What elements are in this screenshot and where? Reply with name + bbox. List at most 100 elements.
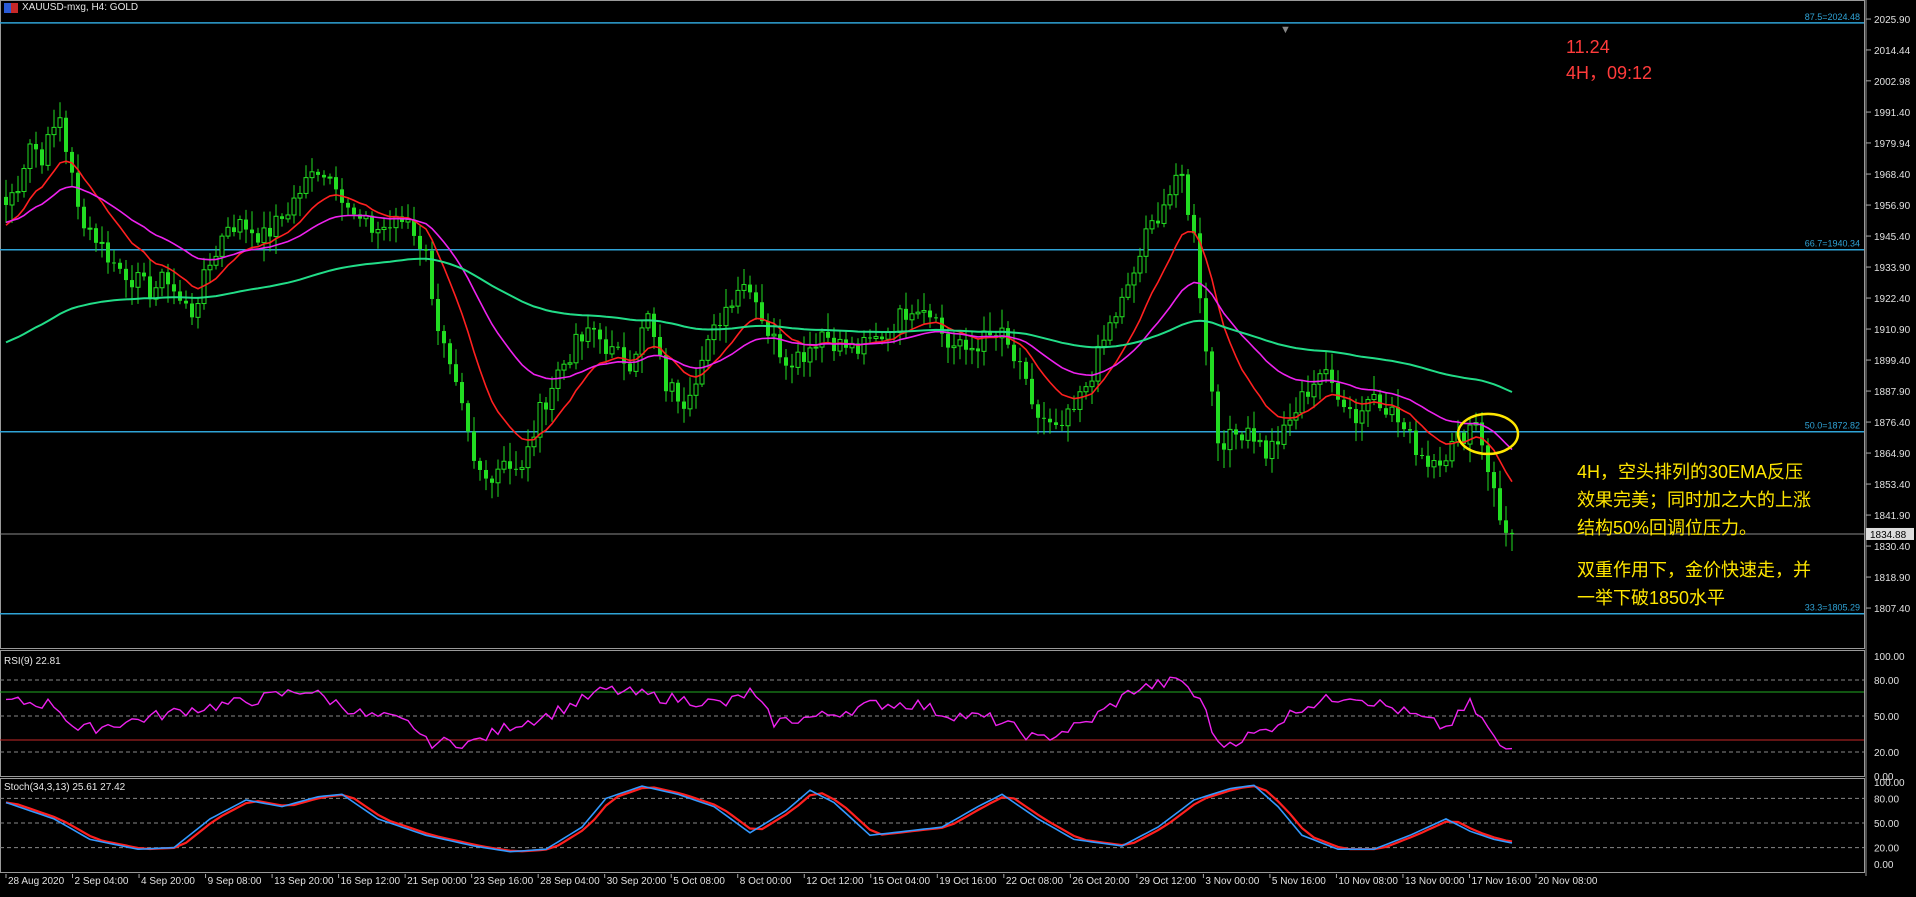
- candle-body-down: [928, 310, 932, 318]
- candle-body-up: [969, 347, 975, 351]
- candle-body-down: [1384, 408, 1388, 415]
- candle-body-up: [585, 327, 591, 342]
- stoch-axis-label: 0.00: [1874, 860, 1894, 871]
- candle-body-down: [946, 333, 950, 348]
- candle-body-up: [237, 219, 243, 233]
- chart-window[interactable]: XAUUSD-mxg, H4: GOLD ▼ 2025.90 2014.44 200…: [0, 0, 1916, 897]
- price-axis-tick-label: 1830.40: [1874, 542, 1911, 553]
- time-axis-label: 21 Sep 00:00: [407, 876, 467, 887]
- candle-body-down: [244, 219, 248, 230]
- candle-body-down: [484, 469, 488, 479]
- candle-body-down: [316, 171, 320, 175]
- candle-body-up: [501, 460, 507, 470]
- candle-body-up: [135, 272, 141, 288]
- candle-body-down: [1240, 434, 1244, 441]
- candle-body-down: [592, 327, 596, 330]
- price-axis-tick-label: 1979.94: [1874, 139, 1911, 150]
- candle-body-up: [1095, 345, 1101, 382]
- candle-body-up: [45, 134, 51, 166]
- candle-body-up: [327, 176, 333, 179]
- candle-body-up: [609, 346, 615, 355]
- rsi-axis-label: 50.00: [1874, 712, 1899, 723]
- candle-body-down: [676, 382, 680, 402]
- candle-body-down: [616, 346, 620, 348]
- candle-body-down: [1012, 344, 1016, 362]
- stoch-label: Stoch(34,3,13) 25.61 27.42: [4, 782, 126, 793]
- candle-body-up: [861, 336, 867, 355]
- candle-body-up: [807, 347, 813, 363]
- time-axis-label: 28 Aug 2020: [8, 876, 65, 887]
- time-axis-label: 8 Oct 00:00: [740, 876, 792, 887]
- time-axis-label: 26 Oct 20:00: [1072, 876, 1130, 887]
- candle-body-up: [573, 333, 579, 364]
- candle-body-down: [1210, 351, 1214, 392]
- candle-body-up: [381, 226, 387, 230]
- annotation-line-3: 结构50%回调位压力。: [1577, 518, 1758, 538]
- candle-body-down: [256, 233, 260, 243]
- candle-body-down: [76, 172, 80, 207]
- candle-body-up: [909, 313, 915, 321]
- candle-body-down: [148, 276, 152, 300]
- price-axis-tick-label: 1807.40: [1874, 604, 1911, 615]
- candle-body-down: [1030, 378, 1034, 405]
- fib-level-label: 50.0=1872.82: [1805, 421, 1860, 431]
- candle-body-up: [1131, 272, 1137, 286]
- price-axis-tick-label: 1876.40: [1874, 418, 1911, 429]
- candle-body-up: [291, 197, 297, 216]
- candle-body-down: [490, 478, 494, 483]
- candle-body-down: [1060, 424, 1064, 426]
- time-axis-label: 16 Sep 12:00: [341, 876, 401, 887]
- candle-body-down: [190, 303, 194, 318]
- time-axis-label: 4 Sep 20:00: [141, 876, 195, 887]
- candle-body-up: [1467, 424, 1473, 445]
- candle-body-down: [580, 334, 584, 342]
- rsi-panel-frame: [0, 650, 1865, 777]
- time-axis-label: 10 Nov 08:00: [1338, 876, 1398, 887]
- candle-body-down: [1054, 422, 1058, 425]
- candle-body-down: [82, 206, 86, 229]
- candle-body-down: [352, 207, 356, 215]
- candle-body-down: [1024, 361, 1028, 379]
- stoch-axis-label: 20.00: [1874, 844, 1899, 855]
- time-axis-label: 20 Nov 08:00: [1538, 876, 1598, 887]
- candle-body-down: [1156, 220, 1160, 224]
- candle-body-down: [934, 317, 938, 319]
- candle-body-down: [436, 298, 440, 332]
- candle-body-down: [826, 331, 830, 338]
- candle-body-up: [1323, 369, 1329, 375]
- time-axis-label: 13 Nov 00:00: [1405, 876, 1465, 887]
- candle-body-down: [718, 324, 722, 326]
- candle-body-down: [166, 272, 170, 285]
- candle-body-down: [1354, 409, 1358, 424]
- candle-body-up: [1107, 322, 1113, 341]
- stoch-axis-label: 100.00: [1874, 778, 1905, 789]
- candle-body-down: [472, 431, 476, 461]
- price-axis-tick-label: 1968.40: [1874, 170, 1911, 181]
- candle-body-up: [1257, 439, 1263, 443]
- candle-body-up: [951, 345, 957, 349]
- candle-body-down: [1186, 174, 1190, 215]
- candle-body-down: [130, 280, 134, 288]
- candle-body-down: [1438, 460, 1442, 466]
- candle-body-up: [225, 226, 231, 237]
- candle-body-down: [346, 202, 350, 208]
- candle-body-down: [766, 321, 770, 336]
- candle-body-down: [460, 382, 464, 404]
- candle-body-down: [544, 402, 548, 410]
- fib-level-label: 87.5=2024.48: [1805, 12, 1860, 22]
- current-price-label: 1834.88: [1870, 530, 1907, 541]
- candle-body-up: [1269, 440, 1275, 460]
- time-axis-label: 3 Nov 00:00: [1205, 876, 1259, 887]
- candle-body-down: [1378, 394, 1382, 409]
- time-axis-label: 29 Oct 12:00: [1139, 876, 1197, 887]
- time-axis-label: 19 Oct 16:00: [939, 876, 997, 887]
- price-chart[interactable]: 2025.90 2014.44 2002.98 1991.40 1979.94 1968.…: [0, 0, 1916, 897]
- candle-body-down: [1408, 429, 1412, 431]
- candle-body-up: [1125, 284, 1131, 298]
- candle-body-down: [868, 337, 872, 339]
- candle-body-down: [1342, 399, 1346, 408]
- candle-body-down: [1042, 417, 1046, 419]
- candle-body-up: [711, 324, 717, 341]
- candle-body-up: [669, 382, 675, 392]
- rsi-label: RSI(9) 22.81: [4, 656, 61, 667]
